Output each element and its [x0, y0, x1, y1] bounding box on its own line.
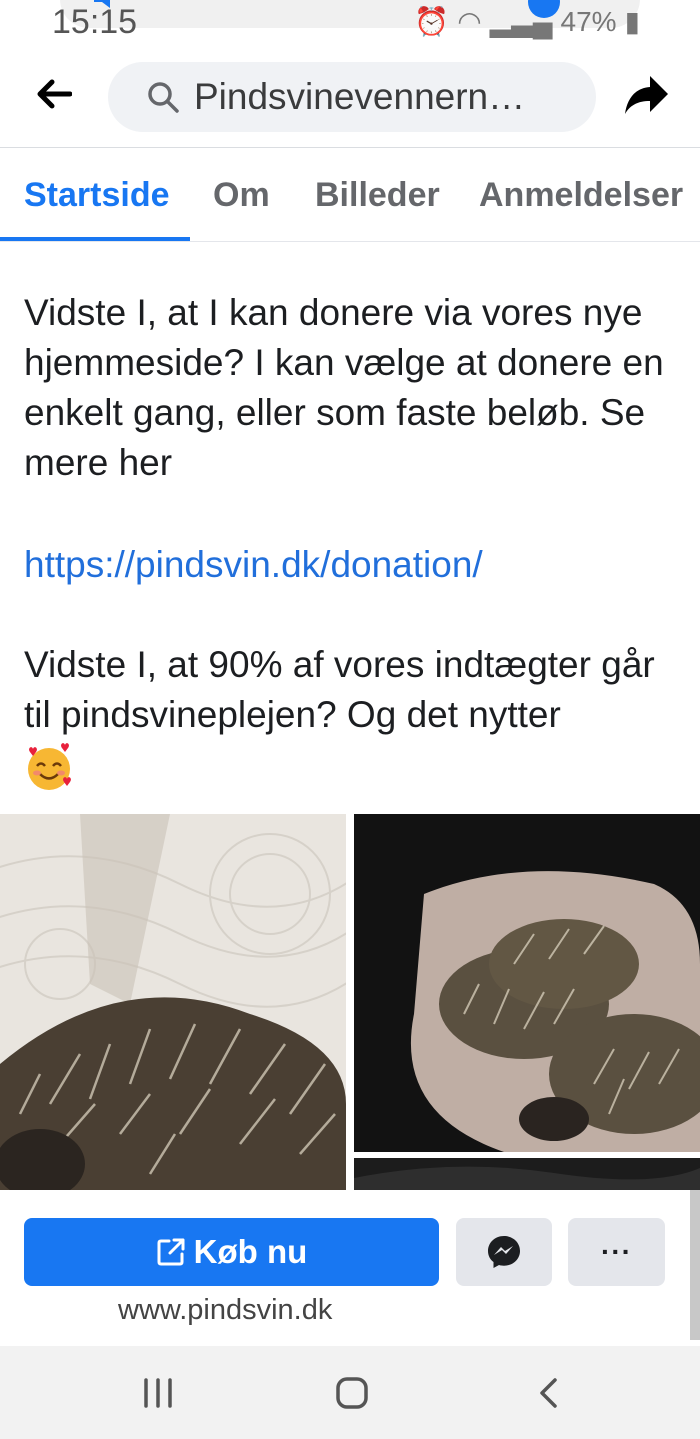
- home-icon: [336, 1377, 368, 1409]
- smiling-face-with-hearts-icon: [28, 743, 71, 791]
- hedgehog-thumbnail-image: [354, 1158, 700, 1190]
- page-tabs: Startside Om Billeder Anmeldelser: [0, 148, 700, 242]
- status-bar: 15:15 ⏰ ◠ ▂▃▄ 47% ▮: [0, 0, 700, 40]
- arrow-left-icon: [37, 79, 72, 109]
- alarm-icon: ⏰: [414, 6, 450, 37]
- website-link[interactable]: www.pindsvin.dk: [118, 1294, 332, 1327]
- page-action-bar: Køb nu ··· www.pindsvin.dk: [0, 1190, 700, 1346]
- active-tab-indicator: [0, 237, 190, 241]
- hedgehog-photo[interactable]: [0, 814, 346, 1190]
- buy-now-label: Køb nu: [193, 1233, 308, 1270]
- tab-startside[interactable]: Startside: [24, 148, 170, 242]
- back-button[interactable]: [30, 70, 78, 118]
- search-header: Pindsvinevennern…: [0, 40, 700, 148]
- tab-anmeldelser[interactable]: Anmeldelser: [479, 148, 683, 242]
- home-button[interactable]: [322, 1368, 382, 1418]
- signal-icon: ▂▃▄: [489, 6, 553, 37]
- share-button[interactable]: [622, 70, 672, 120]
- post-paragraph: Vidste I, at 90% af vores indtægter går …: [24, 640, 688, 792]
- scrollbar[interactable]: [690, 1190, 700, 1340]
- back-nav-button[interactable]: [518, 1368, 578, 1418]
- tab-om[interactable]: Om: [213, 148, 270, 242]
- post-paragraph-text: Vidste I, at 90% af vores indtægter går …: [24, 644, 655, 735]
- hedgehog-on-paper-towel-image: [0, 814, 346, 1190]
- tab-billeder[interactable]: Billeder: [315, 148, 440, 242]
- messenger-icon: [488, 1236, 520, 1268]
- hedgehog-photo-partial[interactable]: [354, 1158, 700, 1190]
- post-paragraph: Vidste I, at I kan donere via vores nye …: [24, 292, 664, 483]
- android-nav-bar: [0, 1346, 700, 1439]
- volume-icon: [94, 0, 110, 8]
- donation-link[interactable]: https://pindsvin.dk/donation/: [24, 540, 688, 590]
- status-indicators: ⏰ ◠ ▂▃▄ 47% ▮: [414, 2, 640, 40]
- messenger-button[interactable]: [456, 1218, 552, 1286]
- hedgehogs-photo[interactable]: [354, 814, 700, 1152]
- share-arrow-icon: [625, 76, 668, 114]
- battery-percent: 47%: [560, 6, 617, 37]
- search-input[interactable]: Pindsvinevennern…: [108, 62, 596, 132]
- chevron-left-icon: [540, 1378, 557, 1408]
- external-link-icon: [156, 1237, 186, 1267]
- search-icon: [146, 80, 180, 114]
- two-hedgehogs-on-blanket-image: [354, 814, 700, 1152]
- recent-apps-icon: [144, 1378, 172, 1408]
- buy-now-button[interactable]: Køb nu: [24, 1218, 439, 1286]
- search-query-text: Pindsvinevennern…: [194, 76, 526, 117]
- recent-apps-button[interactable]: [128, 1368, 188, 1418]
- wifi-icon: ◠: [457, 6, 482, 37]
- post-body: Vidste I, at I kan donere via vores nye …: [0, 242, 700, 814]
- battery-icon: ▮: [624, 6, 640, 37]
- more-options-button[interactable]: ···: [568, 1218, 665, 1286]
